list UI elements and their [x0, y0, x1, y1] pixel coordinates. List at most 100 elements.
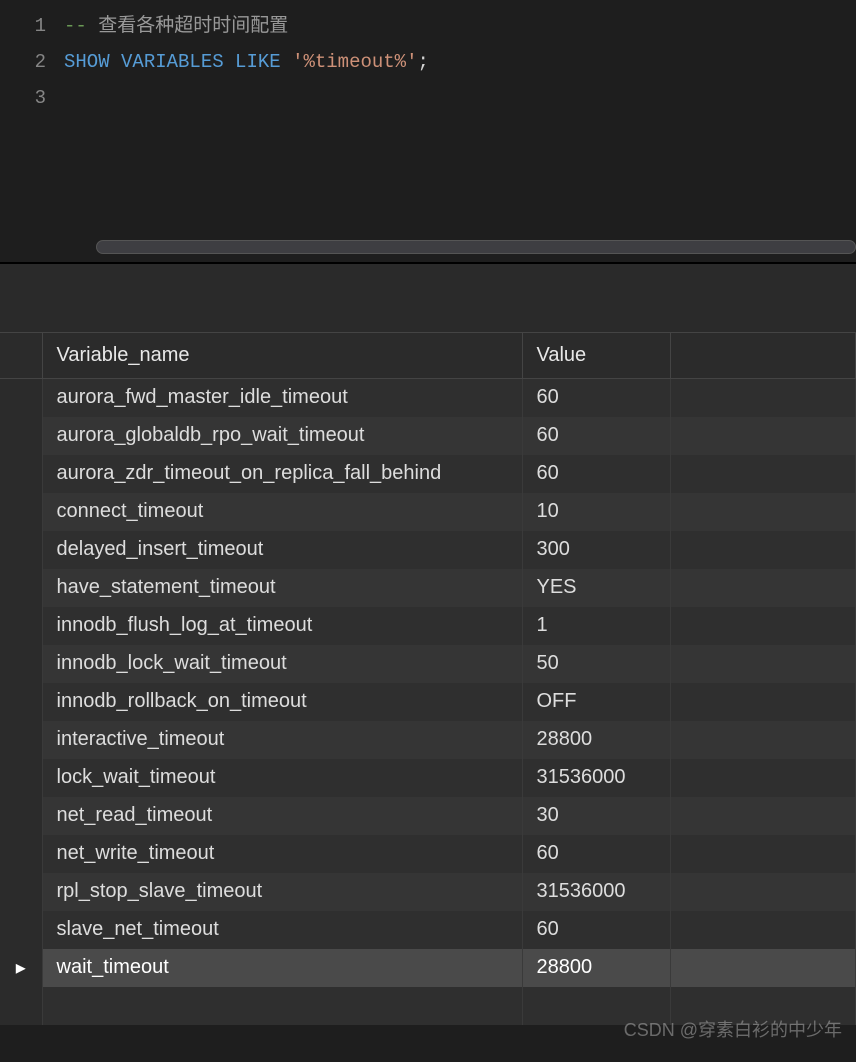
cell-spacer: [670, 797, 856, 835]
cell-value[interactable]: 28800: [522, 721, 670, 759]
code-line[interactable]: SHOW VARIABLES LIKE '%timeout%';: [64, 44, 856, 80]
cell-value[interactable]: 10: [522, 493, 670, 531]
cell-variable-name[interactable]: delayed_insert_timeout: [42, 531, 522, 569]
row-marker: [0, 493, 42, 531]
table-row[interactable]: net_read_timeout30: [0, 797, 856, 835]
table-row[interactable]: connect_timeout10: [0, 493, 856, 531]
table-row[interactable]: innodb_lock_wait_timeout50: [0, 645, 856, 683]
code-editor[interactable]: 123 -- 查看各种超时时间配置SHOW VARIABLES LIKE '%t…: [0, 0, 856, 262]
cell-spacer: [670, 949, 856, 987]
code-token: LIKE: [235, 51, 281, 73]
results-body: aurora_fwd_master_idle_timeout60aurora_g…: [0, 379, 856, 1025]
table-row[interactable]: have_statement_timeoutYES: [0, 569, 856, 607]
table-row[interactable]: rpl_stop_slave_timeout31536000: [0, 873, 856, 911]
cell-value[interactable]: 31536000: [522, 873, 670, 911]
table-row[interactable]: innodb_rollback_on_timeoutOFF: [0, 683, 856, 721]
row-marker: [0, 759, 42, 797]
cell-spacer: [670, 835, 856, 873]
horizontal-scrollbar[interactable]: [96, 240, 856, 254]
cell-variable-name[interactable]: innodb_flush_log_at_timeout: [42, 607, 522, 645]
cell-variable-name[interactable]: aurora_globaldb_rpo_wait_timeout: [42, 417, 522, 455]
cell-spacer: [670, 379, 856, 417]
cell-spacer: [670, 683, 856, 721]
cell-value[interactable]: 31536000: [522, 759, 670, 797]
code-token: VARIABLES: [121, 51, 224, 73]
table-row[interactable]: aurora_zdr_timeout_on_replica_fall_behin…: [0, 455, 856, 493]
row-marker: [0, 531, 42, 569]
table-row[interactable]: ▸wait_timeout28800: [0, 949, 856, 987]
cell-spacer: [670, 455, 856, 493]
table-row[interactable]: aurora_fwd_master_idle_timeout60: [0, 379, 856, 417]
cell-variable-name[interactable]: rpl_stop_slave_timeout: [42, 873, 522, 911]
results-table[interactable]: Variable_name Value aurora_fwd_master_id…: [0, 332, 856, 1025]
table-row[interactable]: innodb_flush_log_at_timeout1: [0, 607, 856, 645]
code-token: [281, 51, 292, 73]
cell-spacer: [670, 721, 856, 759]
cell-value[interactable]: 60: [522, 835, 670, 873]
cell-variable-name[interactable]: aurora_zdr_timeout_on_replica_fall_behin…: [42, 455, 522, 493]
cell-value[interactable]: 60: [522, 417, 670, 455]
table-row[interactable]: aurora_globaldb_rpo_wait_timeout60: [0, 417, 856, 455]
row-marker: [0, 569, 42, 607]
cell-variable-name[interactable]: innodb_lock_wait_timeout: [42, 645, 522, 683]
code-token: [110, 51, 121, 73]
row-marker: ▸: [0, 949, 42, 987]
row-marker: [0, 835, 42, 873]
cell-spacer: [670, 417, 856, 455]
code-token: SHOW: [64, 51, 110, 73]
cell-spacer: [670, 645, 856, 683]
cell-variable-name[interactable]: net_read_timeout: [42, 797, 522, 835]
cell-spacer: [670, 531, 856, 569]
row-marker-header: [0, 333, 42, 379]
cell-spacer: [670, 873, 856, 911]
cell-value[interactable]: 30: [522, 797, 670, 835]
cell-value[interactable]: 60: [522, 911, 670, 949]
cell-variable-name[interactable]: connect_timeout: [42, 493, 522, 531]
cell-value[interactable]: YES: [522, 569, 670, 607]
line-number: 2: [0, 44, 46, 80]
column-header-name[interactable]: Variable_name: [42, 333, 522, 379]
cell-variable-name[interactable]: slave_net_timeout: [42, 911, 522, 949]
cell-value[interactable]: 1: [522, 607, 670, 645]
table-row[interactable]: net_write_timeout60: [0, 835, 856, 873]
code-line[interactable]: -- 查看各种超时时间配置: [64, 8, 856, 44]
column-header-spacer: [670, 333, 856, 379]
cell-value[interactable]: 60: [522, 455, 670, 493]
cell-variable-name[interactable]: lock_wait_timeout: [42, 759, 522, 797]
line-number: 1: [0, 8, 46, 44]
code-token: --: [64, 15, 98, 37]
code-token: 查看各种超时时间配置: [98, 15, 288, 37]
table-row[interactable]: delayed_insert_timeout300: [0, 531, 856, 569]
table-row[interactable]: interactive_timeout28800: [0, 721, 856, 759]
code-token: '%timeout%': [292, 51, 417, 73]
cell-value[interactable]: 300: [522, 531, 670, 569]
row-marker: [0, 873, 42, 911]
cell-variable-name[interactable]: wait_timeout: [42, 949, 522, 987]
cell-value[interactable]: 28800: [522, 949, 670, 987]
table-header-row: Variable_name Value: [0, 333, 856, 379]
table-row[interactable]: lock_wait_timeout31536000: [0, 759, 856, 797]
cell-variable-name[interactable]: aurora_fwd_master_idle_timeout: [42, 379, 522, 417]
cell-spacer: [670, 759, 856, 797]
code-area[interactable]: -- 查看各种超时时间配置SHOW VARIABLES LIKE '%timeo…: [64, 0, 856, 262]
cell-value[interactable]: 60: [522, 379, 670, 417]
table-row[interactable]: slave_net_timeout60: [0, 911, 856, 949]
cell-variable-name[interactable]: innodb_rollback_on_timeout: [42, 683, 522, 721]
cell-spacer: [670, 569, 856, 607]
line-number-gutter: 123: [0, 0, 64, 262]
results-pane: Variable_name Value aurora_fwd_master_id…: [0, 264, 856, 1025]
cell-variable-name[interactable]: net_write_timeout: [42, 835, 522, 873]
cell-value[interactable]: 50: [522, 645, 670, 683]
row-marker: [0, 721, 42, 759]
row-marker: [0, 797, 42, 835]
line-number: 3: [0, 80, 46, 116]
code-token: ;: [417, 51, 428, 73]
column-header-value[interactable]: Value: [522, 333, 670, 379]
code-token: [224, 51, 235, 73]
cell-spacer: [670, 493, 856, 531]
cell-spacer: [670, 911, 856, 949]
results-toolbar-spacer: [0, 264, 856, 332]
cell-variable-name[interactable]: have_statement_timeout: [42, 569, 522, 607]
cell-variable-name[interactable]: interactive_timeout: [42, 721, 522, 759]
cell-value[interactable]: OFF: [522, 683, 670, 721]
